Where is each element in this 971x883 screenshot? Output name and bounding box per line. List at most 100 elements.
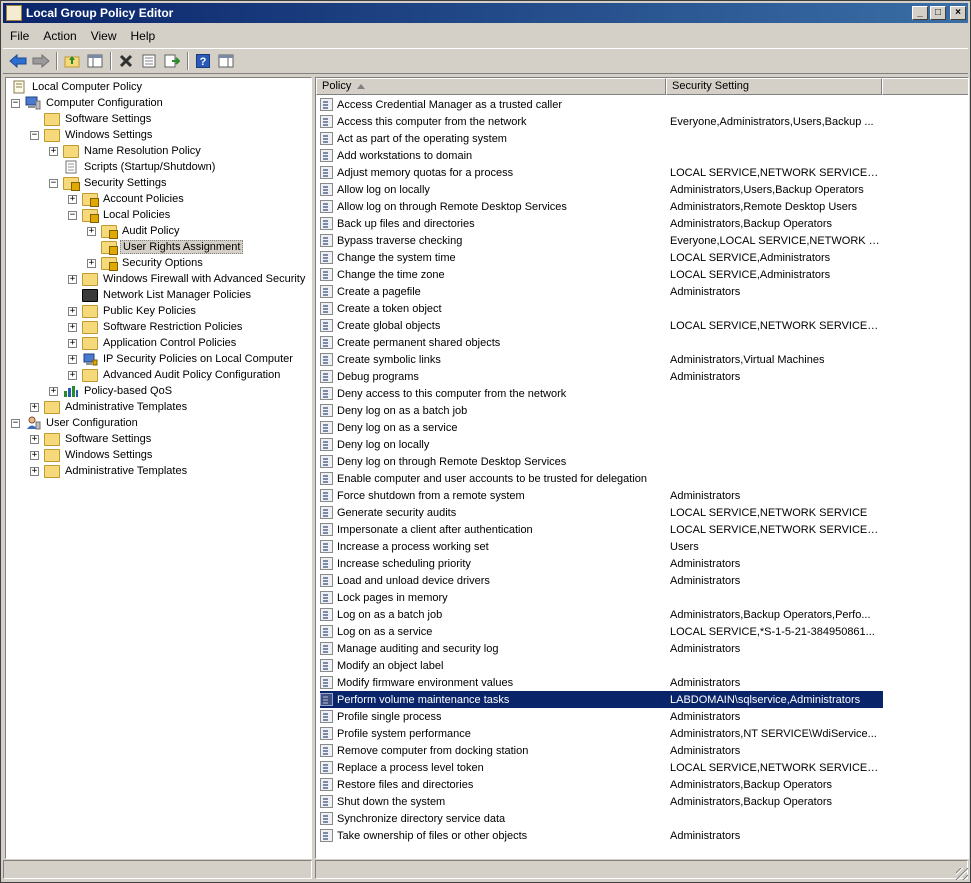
policy-row[interactable]: Debug programs Administrators (320, 368, 883, 385)
tree-node-label[interactable]: Audit Policy (120, 225, 181, 237)
back-arrow-icon[interactable] (7, 51, 29, 71)
forward-arrow-icon[interactable] (30, 51, 52, 71)
tree-node[interactable]: + Administrative Templates (30, 399, 189, 415)
tree-node-label[interactable]: Software Settings (63, 113, 153, 125)
tree-node[interactable]: Scripts (Startup/Shutdown) (49, 159, 217, 175)
menu-file[interactable]: File (3, 29, 36, 43)
delete-icon[interactable] (115, 51, 137, 71)
policy-row[interactable]: Remove computer from docking station Admi… (320, 742, 883, 759)
tree-node-label[interactable]: Administrative Templates (63, 465, 189, 477)
tree-node-label[interactable]: Software Restriction Policies (101, 321, 244, 333)
tree-node[interactable]: + Security Options (87, 255, 205, 271)
policy-row[interactable]: Perform volume maintenance tasks LABDOMAI… (320, 691, 883, 708)
tree-node[interactable]: + Name Resolution Policy (49, 143, 203, 159)
tree-node-label[interactable]: IP Security Policies on Local Computer (101, 353, 295, 365)
help-icon[interactable]: ? (192, 51, 214, 71)
tree-node-label[interactable]: Windows Settings (63, 449, 154, 461)
tree-node[interactable]: − Computer Configuration (11, 95, 165, 111)
tree-node-label[interactable]: Windows Settings (63, 129, 154, 141)
policy-row[interactable]: Generate security audits LOCAL SERVICE,NE… (320, 504, 883, 521)
collapse-icon[interactable]: − (11, 418, 20, 428)
policy-row[interactable]: Force shutdown from a remote system Admin… (320, 487, 883, 504)
policy-row[interactable]: Act as part of the operating system (320, 130, 883, 147)
policy-row[interactable]: Create a token object (320, 300, 883, 317)
tree-node[interactable]: + Software Restriction Policies (68, 319, 244, 335)
policy-row[interactable]: Shut down the system Administrators,Backu… (320, 793, 883, 810)
policy-row[interactable]: Lock pages in memory (320, 589, 883, 606)
tree-node[interactable]: Local Computer Policy (11, 79, 144, 95)
policy-row[interactable]: Deny log on through Remote Desktop Servi… (320, 453, 883, 470)
policy-list-pane[interactable]: Policy Security Setting Access Credentia… (315, 77, 969, 859)
tree-node[interactable]: + Public Key Policies (68, 303, 198, 319)
policy-row[interactable]: Allow log on through Remote Desktop Serv… (320, 198, 883, 215)
tree-node-label[interactable]: Scripts (Startup/Shutdown) (82, 161, 217, 173)
expand-icon[interactable]: + (87, 226, 96, 236)
policy-row[interactable]: Bypass traverse checking Everyone,LOCAL S… (320, 232, 883, 249)
expand-icon[interactable]: + (68, 194, 77, 204)
policy-row[interactable]: Deny log on locally (320, 436, 883, 453)
tree-node-label[interactable]: Application Control Policies (101, 337, 238, 349)
tree-node-label[interactable]: Network List Manager Policies (101, 289, 253, 301)
collapse-icon[interactable]: − (49, 178, 58, 188)
minimize-button[interactable]: _ (912, 6, 928, 20)
tree-node-label[interactable]: Computer Configuration (44, 97, 165, 109)
tree-node[interactable]: User Rights Assignment (87, 239, 244, 255)
policy-row[interactable]: Load and unload device drivers Administra… (320, 572, 883, 589)
policy-row[interactable]: Create symbolic links Administrators,Virt… (320, 351, 883, 368)
column-header-policy[interactable]: Policy (316, 78, 666, 95)
expand-icon[interactable]: + (49, 386, 58, 396)
policy-row[interactable]: Manage auditing and security log Administ… (320, 640, 883, 657)
policy-row[interactable]: Change the time zone LOCAL SERVICE,Admini… (320, 266, 883, 283)
expand-icon[interactable]: + (30, 434, 39, 444)
policy-row[interactable]: Deny log on as a service (320, 419, 883, 436)
tree-node[interactable]: − Windows Settings (30, 127, 154, 143)
policy-row[interactable]: Log on as a service LOCAL SERVICE,*S-1-5-… (320, 623, 883, 640)
policy-row[interactable]: Profile system performance Administrators… (320, 725, 883, 742)
tree-node[interactable]: + Windows Settings (30, 447, 154, 463)
tree-node-label[interactable]: Local Computer Policy (30, 81, 144, 93)
collapse-icon[interactable]: − (68, 210, 77, 220)
tree-node-label[interactable]: Windows Firewall with Advanced Security (101, 273, 307, 285)
resize-grip-icon[interactable] (956, 868, 968, 880)
policy-row[interactable]: Restore files and directories Administrat… (320, 776, 883, 793)
policy-row[interactable]: Profile single process Administrators (320, 708, 883, 725)
policy-row[interactable]: Deny access to this computer from the ne… (320, 385, 883, 402)
policy-row[interactable]: Change the system time LOCAL SERVICE,Admi… (320, 249, 883, 266)
expand-icon[interactable]: + (68, 370, 77, 380)
tree-node[interactable]: + Administrative Templates (30, 463, 189, 479)
policy-row[interactable]: Enable computer and user accounts to be … (320, 470, 883, 487)
collapse-icon[interactable]: − (11, 98, 20, 108)
policy-row[interactable]: Replace a process level token LOCAL SERVI… (320, 759, 883, 776)
tree-node[interactable]: + Policy-based QoS (49, 383, 174, 399)
tree-node-label[interactable]: Software Settings (63, 433, 153, 445)
export-list-icon[interactable] (161, 51, 183, 71)
policy-row[interactable]: Modify firmware environment values Admini… (320, 674, 883, 691)
expand-icon[interactable]: + (68, 274, 77, 284)
maximize-button[interactable]: □ (930, 6, 946, 20)
policy-row[interactable]: Deny log on as a batch job (320, 402, 883, 419)
policy-row[interactable]: Increase scheduling priority Administrato… (320, 555, 883, 572)
tree-node-label[interactable]: User Configuration (44, 417, 140, 429)
policy-row[interactable]: Create a pagefile Administrators (320, 283, 883, 300)
tree-node[interactable]: + Account Policies (68, 191, 186, 207)
menu-help[interactable]: Help (124, 29, 163, 43)
policy-row[interactable]: Impersonate a client after authenticatio… (320, 521, 883, 538)
tree-node[interactable]: + Advanced Audit Policy Configuration (68, 367, 282, 383)
expand-icon[interactable]: + (30, 466, 39, 476)
properties-icon[interactable] (138, 51, 160, 71)
policy-row[interactable]: Create global objects LOCAL SERVICE,NETWO… (320, 317, 883, 334)
policy-row[interactable]: Adjust memory quotas for a process LOCAL … (320, 164, 883, 181)
tree-node-label[interactable]: Local Policies (101, 209, 172, 221)
policy-row[interactable]: Access Credential Manager as a trusted c… (320, 96, 883, 113)
policy-row[interactable]: Synchronize directory service data (320, 810, 883, 827)
title-bar[interactable]: Local Group Policy Editor _ □ × (3, 3, 968, 23)
menu-action[interactable]: Action (36, 29, 83, 43)
column-header-security-setting[interactable]: Security Setting (666, 78, 882, 95)
policy-row[interactable]: Modify an object label (320, 657, 883, 674)
tree-node[interactable]: − Security Settings (49, 175, 169, 191)
console-tree-pane[interactable]: Local Computer Policy − Computer Configura… (5, 77, 312, 859)
tree-node[interactable]: − User Configuration (11, 415, 140, 431)
tree-node-label[interactable]: Security Options (120, 257, 205, 269)
close-button[interactable]: × (950, 6, 966, 20)
expand-icon[interactable]: + (68, 338, 77, 348)
